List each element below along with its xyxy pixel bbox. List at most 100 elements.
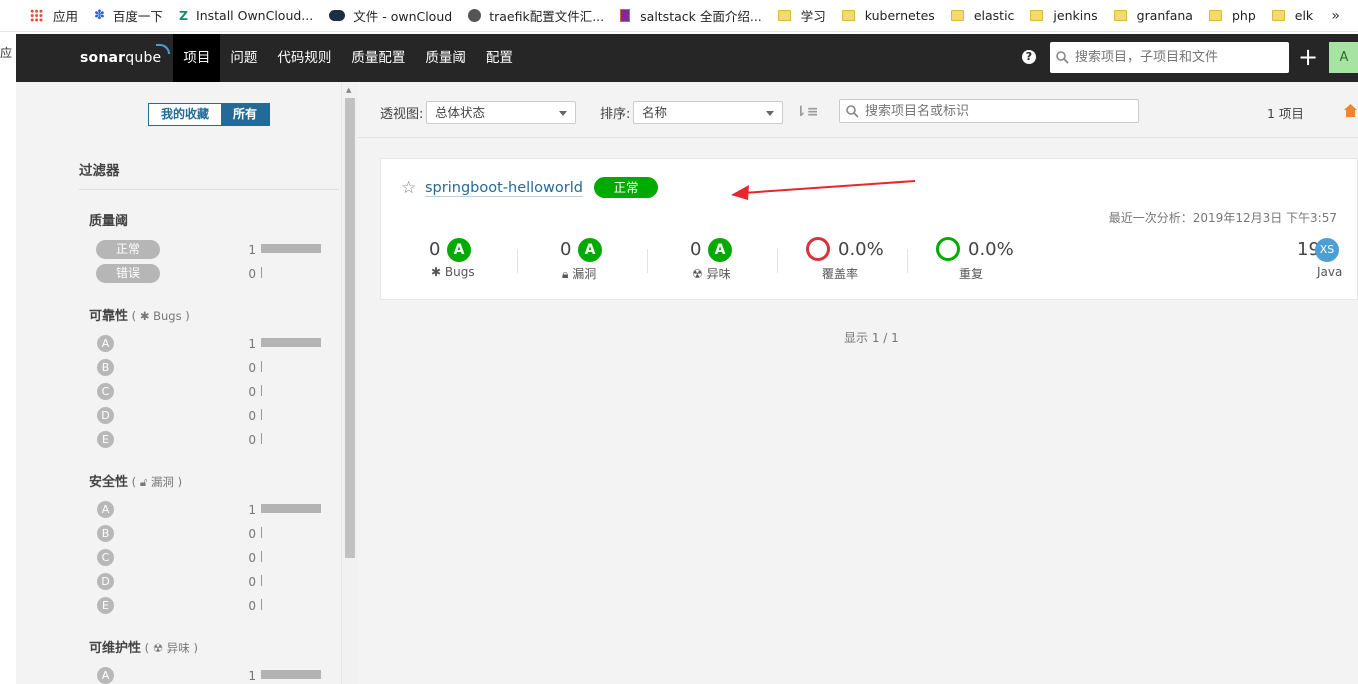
nav-quality-profiles[interactable]: 质量配置 xyxy=(341,34,415,82)
help-icon[interactable]: ? xyxy=(1022,50,1036,64)
book-icon xyxy=(620,9,631,22)
bookmark-folder-jenkins[interactable]: jenkins xyxy=(1030,8,1098,23)
reliability-grade-d[interactable]: D xyxy=(97,407,114,424)
bookmark-traefik[interactable]: traefik配置文件汇... xyxy=(468,6,604,25)
reliability-e-bar xyxy=(261,433,262,444)
bookmark-baidu[interactable]: ✽ 百度一下 xyxy=(94,6,163,25)
user-avatar[interactable]: A xyxy=(1329,42,1358,73)
security-grade-b[interactable]: B xyxy=(97,525,114,542)
code-smells-value: 0 xyxy=(690,239,702,260)
divider xyxy=(517,249,518,273)
reliability-d-count: 0 xyxy=(248,409,256,423)
bookmark-install-owncloud[interactable]: Z Install OwnCloud... xyxy=(179,8,313,23)
folder-icon xyxy=(950,10,964,21)
divider xyxy=(647,249,648,273)
security-a-count: 1 xyxy=(248,503,256,517)
all-toggle-button[interactable]: 所有 xyxy=(221,104,270,125)
reliability-a-bar xyxy=(261,338,321,347)
qg-filter-error[interactable]: 错误 xyxy=(96,264,160,283)
global-search-input[interactable] xyxy=(1075,50,1275,65)
perspective-select[interactable]: 总体状态 xyxy=(426,101,576,124)
bookmark-folder-granfana[interactable]: granfana xyxy=(1113,8,1193,23)
scroll-thumb[interactable] xyxy=(345,98,355,558)
nav-rules[interactable]: 代码规则 xyxy=(267,34,341,82)
sort-select[interactable]: 名称 xyxy=(633,101,783,124)
bookmark-folder-kubernetes[interactable]: kubernetes xyxy=(841,8,935,23)
radiation-icon: ☢ xyxy=(152,641,164,655)
folder-icon xyxy=(777,10,791,21)
project-name-link[interactable]: springboot-helloworld xyxy=(425,180,583,197)
reliability-grade-e[interactable]: E xyxy=(97,431,114,448)
lock-icon: 🔓︎ xyxy=(139,475,148,489)
favorites-toggle-button[interactable]: 我的收藏 xyxy=(149,104,222,125)
sort-direction-icon[interactable]: ⇂≡ xyxy=(795,104,818,120)
bookmark-saltstack[interactable]: saltstack 全面介绍... xyxy=(620,6,762,25)
security-grade-c[interactable]: C xyxy=(97,549,114,566)
security-filter-title: 安全性 ( 🔓︎ 漏洞 ) xyxy=(89,475,183,490)
security-d-bar xyxy=(261,575,262,586)
security-grade-d[interactable]: D xyxy=(97,573,114,590)
maintainability-a-count: 1 xyxy=(248,669,256,683)
coverage-donut-icon xyxy=(806,237,830,261)
bookmark-folder-elastic[interactable]: elastic xyxy=(950,8,1014,23)
nav-administration[interactable]: 配置 xyxy=(476,34,523,82)
bookmark-folder-elk[interactable]: elk xyxy=(1271,8,1313,23)
security-e-bar xyxy=(261,599,262,610)
nav-issues[interactable]: 问题 xyxy=(220,34,267,82)
bookmark-folder-study[interactable]: 学习 xyxy=(777,6,826,25)
bookmarks-bar: 应用 ✽ 百度一下 Z Install OwnCloud... 文件 - ownCl… xyxy=(0,0,1358,32)
chevron-down-icon xyxy=(766,111,774,116)
security-e-count: 0 xyxy=(248,599,256,613)
cloud-icon xyxy=(329,10,346,21)
size-badge: XS xyxy=(1315,238,1339,262)
folder-icon xyxy=(1271,10,1285,21)
code-smells-label: ☢ 异味 xyxy=(692,267,731,281)
security-grade-e[interactable]: E xyxy=(97,597,114,614)
bookmark-apps[interactable]: 应用 xyxy=(30,6,78,25)
reliability-a-count: 1 xyxy=(248,337,256,351)
bookmarks-more-button[interactable]: » xyxy=(1331,8,1340,24)
maintainability-grade-a[interactable]: A xyxy=(97,667,114,684)
radiation-icon: ☢ xyxy=(692,267,703,281)
favorite-star-icon[interactable]: ☆ xyxy=(401,178,416,198)
security-c-count: 0 xyxy=(248,551,256,565)
side-stub-text: 应 xyxy=(0,46,13,60)
annotation-arrow-icon xyxy=(731,180,916,200)
sonarqube-logo[interactable]: sonarqube xyxy=(80,44,171,66)
project-search-input[interactable] xyxy=(865,103,1125,119)
search-icon xyxy=(846,104,859,118)
nav-projects[interactable]: 项目 xyxy=(173,34,221,82)
home-icon[interactable] xyxy=(1343,103,1358,118)
favorites-all-toggle: 我的收藏 所有 xyxy=(148,103,271,126)
reliability-grade-c[interactable]: C xyxy=(97,383,114,400)
bugs-grade-badge: A xyxy=(447,238,471,262)
apps-grid-icon xyxy=(30,9,43,22)
qg-error-count: 0 xyxy=(248,267,256,281)
security-a-bar xyxy=(261,504,321,513)
bookmark-folder-php[interactable]: php xyxy=(1208,8,1256,23)
scroll-up-arrow-icon[interactable]: ▲ xyxy=(346,86,351,94)
bookmark-owncloud-files[interactable]: 文件 - ownCloud xyxy=(329,6,452,25)
filter-sidebar: 我的收藏 所有 过滤器 质量阈 正常 1 错误 0 可靠性 ( ✱ Bugs )… xyxy=(16,82,342,684)
vulnerabilities-grade-badge: A xyxy=(578,238,602,262)
reliability-c-count: 0 xyxy=(248,385,256,399)
qg-error-bar xyxy=(261,267,262,278)
vulnerabilities-label: 🔒︎ 漏洞 xyxy=(562,267,597,281)
folder-icon xyxy=(1208,10,1222,21)
reliability-grade-b[interactable]: B xyxy=(97,359,114,376)
reliability-b-bar xyxy=(261,361,262,372)
security-grade-a[interactable]: A xyxy=(97,501,114,518)
coverage-label: 覆盖率 xyxy=(822,267,859,281)
qg-ok-count: 1 xyxy=(248,243,256,257)
quality-gate-status-badge: 正常 xyxy=(594,177,658,198)
owncloud-icon: Z xyxy=(178,8,189,23)
sidebar-scrollbar[interactable]: ▲ xyxy=(342,82,358,684)
nav-quality-gates[interactable]: 质量阈 xyxy=(415,34,476,82)
reliability-grade-a[interactable]: A xyxy=(97,335,114,352)
duplications-value: 0.0% xyxy=(968,239,1014,260)
create-plus-button[interactable]: + xyxy=(1298,43,1318,71)
global-search-box xyxy=(1050,42,1289,73)
qg-filter-ok[interactable]: 正常 xyxy=(96,240,160,259)
folder-icon xyxy=(1113,10,1127,21)
search-icon xyxy=(1056,51,1069,64)
